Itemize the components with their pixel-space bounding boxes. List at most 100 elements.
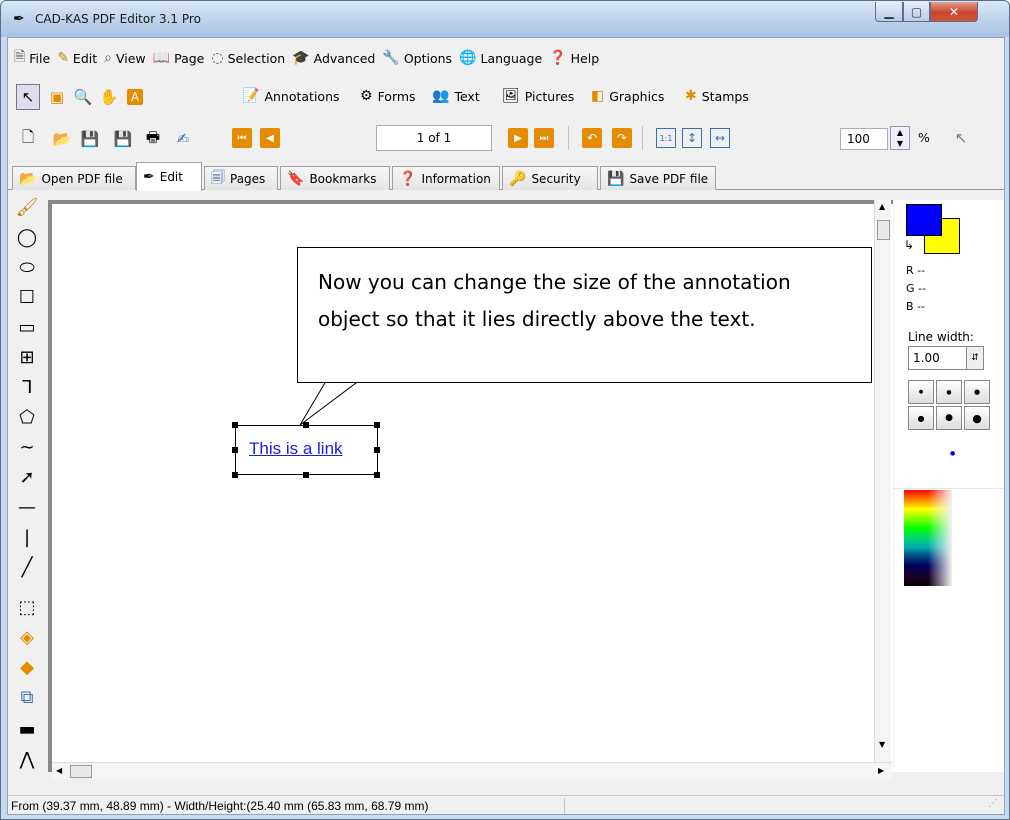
zoom-tool-button[interactable]: 🔍 bbox=[72, 84, 94, 110]
select-area-tool-button[interactable]: ▣ bbox=[46, 84, 68, 110]
resize-handle-bottom-right[interactable] bbox=[374, 472, 380, 478]
undo-button[interactable]: ↶ bbox=[582, 128, 602, 148]
scroll-up-icon[interactable]: ▲ bbox=[879, 202, 885, 211]
tab-open-pdf-file[interactable]: 📂 Open PDF file bbox=[12, 166, 136, 190]
diagonal-line-tool[interactable]: ╱ bbox=[14, 554, 40, 580]
tab-bookmarks[interactable]: 🔖 Bookmarks bbox=[280, 166, 390, 190]
resize-handle-right[interactable] bbox=[374, 447, 380, 453]
undo-icon: ↶ bbox=[586, 131, 598, 145]
curve-tool[interactable]: ∼ bbox=[14, 434, 40, 460]
dot-size-5-button[interactable]: ● bbox=[936, 406, 962, 430]
previous-page-button[interactable]: ◀ bbox=[260, 128, 280, 148]
resize-handle-left[interactable] bbox=[232, 447, 238, 453]
horizontal-line-tool[interactable]: — bbox=[14, 494, 40, 520]
select-area-tool[interactable]: ⬚ bbox=[14, 594, 40, 620]
brush-tool[interactable]: 🖌 bbox=[14, 194, 40, 220]
save-as-button[interactable]: 💾 bbox=[112, 128, 134, 150]
square-tool[interactable]: ☐ bbox=[14, 284, 40, 310]
resize-handle-top[interactable] bbox=[303, 422, 309, 428]
menu-file[interactable]: 🗎 File bbox=[14, 46, 50, 70]
polyline-tool[interactable]: ᒣ bbox=[14, 374, 40, 400]
menu-page[interactable]: 📖 Page bbox=[153, 50, 205, 66]
resize-handle-bottom-left[interactable] bbox=[232, 472, 238, 478]
stamps-button[interactable]: ✱ Stamps bbox=[685, 88, 749, 104]
color-palette-fade bbox=[904, 490, 952, 586]
dot-size-4-button[interactable]: ● bbox=[908, 406, 934, 430]
first-page-button[interactable]: ⏮ bbox=[232, 128, 252, 148]
swap-colors-icon[interactable]: ↳ bbox=[904, 238, 914, 252]
menu-view[interactable]: ⌕ View bbox=[104, 50, 146, 66]
peak-tool[interactable]: ⋀ bbox=[14, 746, 40, 772]
vertical-scrollbar[interactable]: ▲ ▼ bbox=[874, 200, 891, 770]
menu-selection[interactable]: ◌ Selection bbox=[211, 50, 285, 66]
minimize-button[interactable]: ▁ bbox=[875, 2, 903, 22]
resize-handle-bottom[interactable] bbox=[303, 472, 309, 478]
hand-tool-button[interactable]: ✋ bbox=[98, 84, 120, 110]
fill-selection-tool[interactable]: ◆ bbox=[14, 654, 40, 680]
tab-save-pdf-file[interactable]: 💾 Save PDF file bbox=[600, 166, 716, 190]
zoom-spinner[interactable]: ▲ ▼ bbox=[890, 126, 910, 150]
scroll-right-icon[interactable]: ▶ bbox=[878, 766, 884, 775]
resize-handle-top-left[interactable] bbox=[232, 422, 238, 428]
sign-button[interactable]: ✍ bbox=[172, 128, 194, 150]
new-document-button[interactable]: 🗋 bbox=[18, 128, 38, 150]
close-button[interactable]: ✕ bbox=[930, 2, 978, 22]
tab-edit[interactable]: ✒ Edit bbox=[136, 162, 202, 191]
text-button[interactable]: 👥 Text bbox=[432, 88, 480, 104]
pointer-tool-button[interactable]: ↖ bbox=[16, 84, 40, 110]
redo-button[interactable]: ↷ bbox=[612, 128, 632, 148]
arrow-tool[interactable]: ➚ bbox=[14, 464, 40, 490]
circle-tool[interactable]: ◯ bbox=[14, 224, 40, 250]
polygon-tool[interactable]: ⬠ bbox=[14, 404, 40, 430]
menu-options[interactable]: 🔧 Options bbox=[382, 50, 452, 66]
zoom-input[interactable]: 100 bbox=[840, 128, 888, 150]
vertical-line-tool[interactable]: | bbox=[14, 524, 40, 550]
horizontal-scroll-thumb[interactable] bbox=[70, 765, 92, 778]
graphics-button[interactable]: ◧ Graphics bbox=[591, 88, 664, 104]
fit-page-button[interactable]: ↕ bbox=[682, 128, 702, 148]
dot-size-3-button[interactable]: ● bbox=[964, 380, 990, 404]
foreground-color-swatch[interactable] bbox=[906, 204, 942, 236]
actual-size-button[interactable]: 1:1 bbox=[656, 128, 676, 148]
maximize-button[interactable]: ▢ bbox=[903, 2, 930, 22]
last-page-button[interactable]: ⏭ bbox=[534, 128, 554, 148]
link-text[interactable]: This is a link bbox=[249, 439, 343, 459]
dot-size-2-button[interactable]: ● bbox=[936, 380, 962, 404]
page-indicator[interactable]: 1 of 1 bbox=[376, 125, 492, 151]
rectangle-tool[interactable]: ▭ bbox=[14, 314, 40, 340]
line-width-spinner[interactable]: ⇵ bbox=[966, 346, 984, 370]
tab-pages[interactable]: 🗐 Pages bbox=[204, 166, 278, 190]
cursor-button[interactable]: ↖ bbox=[952, 128, 970, 148]
menu-language[interactable]: 🌐 Language bbox=[459, 50, 542, 66]
tab-information[interactable]: ❓ Information bbox=[392, 166, 500, 190]
print-button[interactable]: 🖶 bbox=[142, 128, 164, 150]
dot-size-6-button[interactable]: ● bbox=[964, 406, 990, 430]
scroll-left-icon[interactable]: ◀ bbox=[56, 766, 62, 775]
text-tool-button[interactable]: A bbox=[124, 84, 146, 110]
resize-grip-icon[interactable]: ⋰ bbox=[988, 798, 998, 809]
save-button[interactable]: 💾 bbox=[80, 128, 100, 150]
callout-annotation[interactable]: Now you can change the size of the annot… bbox=[297, 247, 872, 383]
tab-security[interactable]: 🔑 Security bbox=[502, 166, 598, 190]
drawing-tools-panel: 🖌 ◯ ⬭ ☐ ▭ ⊞ ᒣ ⬠ ∼ ➚ — | ╱ ⬚ ◈ ◆ ⧉ ▬ ⋀ bbox=[10, 194, 46, 774]
ellipse-tool[interactable]: ⬭ bbox=[14, 254, 40, 280]
transform-tool[interactable]: ⧉ bbox=[14, 684, 40, 710]
dot-size-1-button[interactable]: ● bbox=[908, 380, 934, 404]
annotations-button[interactable]: 📝 Annotations bbox=[242, 88, 340, 104]
fit-width-button[interactable]: ↔ bbox=[710, 128, 730, 148]
forms-button[interactable]: ⚙ Forms bbox=[360, 88, 416, 104]
vertical-scroll-thumb[interactable] bbox=[877, 220, 890, 240]
menu-help[interactable]: ❓ Help bbox=[549, 50, 599, 66]
menu-edit[interactable]: ✎ Edit bbox=[57, 50, 97, 66]
line-width-tool[interactable]: ▬ bbox=[14, 716, 40, 742]
open-button[interactable]: 📂 bbox=[52, 128, 72, 150]
horizontal-scrollbar[interactable]: ◀ ▶ bbox=[52, 762, 892, 779]
menu-advanced[interactable]: 🎓 Advanced bbox=[292, 50, 375, 66]
next-page-button[interactable]: ▶ bbox=[508, 128, 528, 148]
fill-tool[interactable]: ◈ bbox=[14, 624, 40, 650]
title-bar[interactable]: ✒ CAD-KAS PDF Editor 3.1 Pro ▁ ▢ ✕ bbox=[1, 1, 1009, 37]
scroll-down-icon[interactable]: ▼ bbox=[879, 740, 885, 749]
pictures-button[interactable]: 🖼 Pictures bbox=[502, 88, 574, 104]
resize-handle-top-right[interactable] bbox=[374, 422, 380, 428]
table-tool[interactable]: ⊞ bbox=[14, 344, 40, 370]
